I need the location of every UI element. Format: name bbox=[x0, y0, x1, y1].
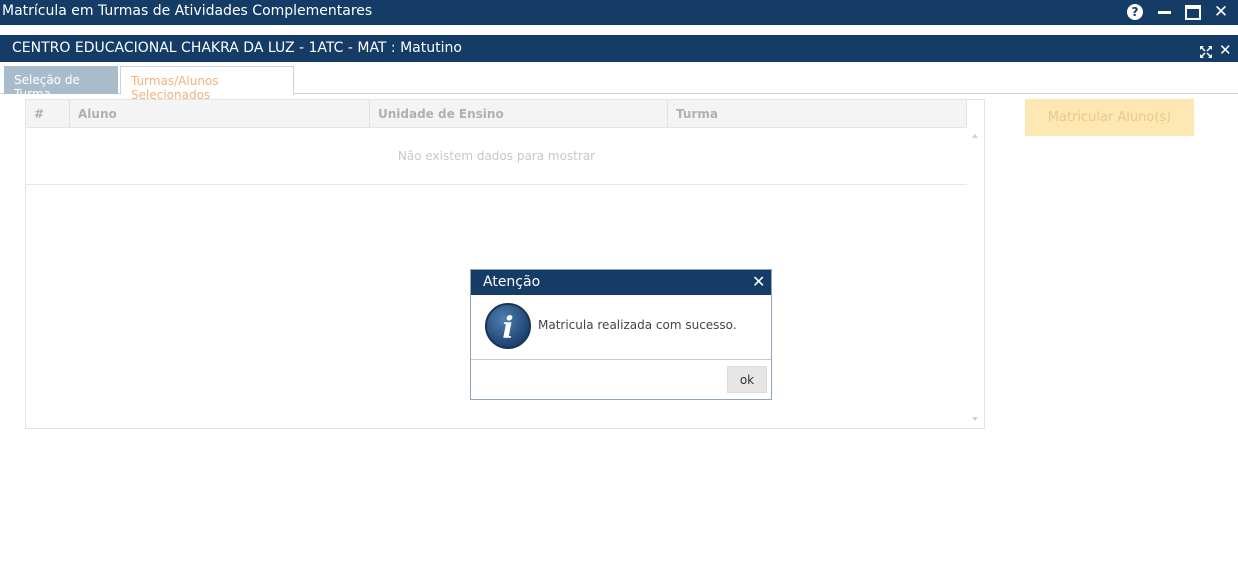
tab-selecao-de-turma[interactable]: Seleção de Turma bbox=[4, 66, 118, 101]
column-header-unidade-de-ensino[interactable]: Unidade de Ensino bbox=[370, 100, 668, 128]
help-glyph: ? bbox=[1127, 4, 1143, 20]
info-glyph: i bbox=[502, 311, 513, 346]
maximize-icon[interactable] bbox=[1184, 3, 1202, 21]
dialog-header: Atenção ✕ bbox=[471, 270, 771, 295]
tab-turmas-alunos-selecionados[interactable]: Turmas/Alunos Selecionados bbox=[120, 66, 294, 102]
panel-title: CENTRO EDUCACIONAL CHAKRA DA LUZ - 1ATC … bbox=[12, 40, 462, 56]
column-header-number[interactable]: # bbox=[26, 100, 70, 128]
panel-close-icon[interactable]: ✕ bbox=[1219, 41, 1232, 59]
grid-empty-message: Não existem dados para mostrar bbox=[26, 128, 967, 185]
dialog-divider bbox=[471, 359, 771, 360]
window-titlebar: Matrícula em Turmas de Atividades Comple… bbox=[0, 0, 1238, 25]
grid-header: # Aluno Unidade de Ensino Turma bbox=[26, 100, 967, 128]
help-icon[interactable]: ? bbox=[1126, 3, 1144, 21]
alert-dialog: Atenção ✕ i Matricula realizada com suce… bbox=[470, 269, 772, 400]
expand-icon[interactable] bbox=[1200, 43, 1212, 58]
column-header-aluno[interactable]: Aluno bbox=[70, 100, 370, 128]
dialog-title: Atenção bbox=[483, 274, 541, 290]
window-close-icon[interactable]: ✕ bbox=[1212, 2, 1230, 22]
matricular-alunos-button[interactable]: Matricular Aluno(s) bbox=[1025, 99, 1194, 136]
window-title: Matrícula em Turmas de Atividades Comple… bbox=[2, 3, 373, 19]
scroll-down-icon[interactable] bbox=[972, 417, 978, 421]
minimize-icon[interactable] bbox=[1155, 3, 1173, 21]
ok-button[interactable]: ok bbox=[727, 366, 767, 393]
scroll-up-icon[interactable] bbox=[972, 134, 978, 138]
column-header-turma[interactable]: Turma bbox=[668, 100, 967, 128]
tab-bar: Seleção de Turma Turmas/Alunos Seleciona… bbox=[0, 62, 1238, 102]
dialog-message: Matricula realizada com sucesso. bbox=[538, 318, 737, 332]
panel-header: CENTRO EDUCACIONAL CHAKRA DA LUZ - 1ATC … bbox=[0, 35, 1238, 62]
header-gap bbox=[0, 25, 1238, 35]
grid-scrollbar[interactable] bbox=[968, 128, 984, 428]
info-icon: i bbox=[484, 302, 532, 350]
dialog-close-icon[interactable]: ✕ bbox=[752, 272, 765, 291]
